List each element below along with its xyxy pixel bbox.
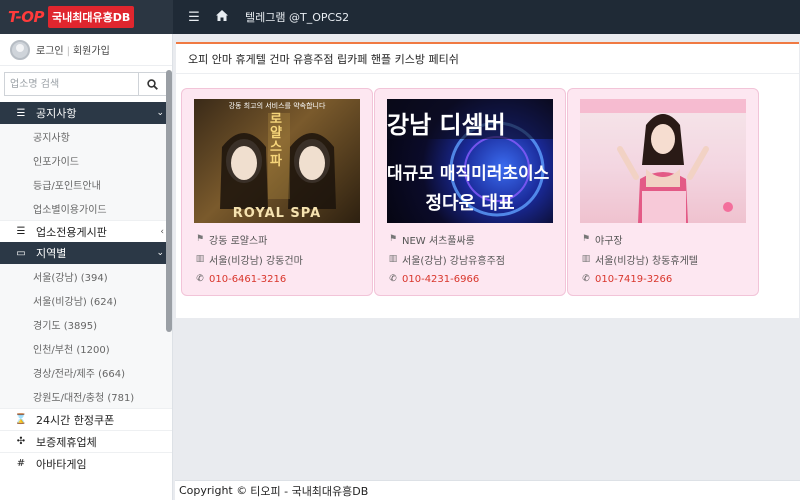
listing-phone[interactable]: 010-4231-6966 [402,274,479,285]
listing-location: 서울(비강남) 창동휴게텔 [595,255,698,267]
listing-phone[interactable]: 010-6461-3216 [209,274,286,285]
listing-location: 서울(비강남) 강동건마 [209,255,303,267]
listing-thumbnail[interactable] [580,99,746,223]
menu-toggle-icon[interactable]: ☰ [187,10,201,25]
list-icon: ☰ [16,107,26,119]
submenu-notice[interactable]: 공지사항 [0,124,172,148]
thumbnail-caption: ROYAL SPA [232,206,322,221]
thumbnail-banner-text: 강동 최고의 서비스를 약속합니다 [228,102,326,110]
login-link[interactable]: 로그인 [36,46,64,57]
listing-card[interactable]: 강동 최고의 서비스를 약속합니다 로얄스파 ROYAL SPA ⚑ 강동 로얄스… [181,88,373,296]
search-button[interactable] [138,73,166,95]
signup-link[interactable]: 회원가입 [73,46,110,57]
phone-icon: ✆ [196,274,204,284]
thumbnail-line3: 정다운 대표 [425,193,515,214]
listing-name[interactable]: 강동 로얄스파 [209,232,267,247]
listing-card[interactable]: ⚑ 야구장 ▥ 서울(비강남) 창동휴게텔 ✆ 010-7419-3266 [567,88,759,296]
phone-icon: ✆ [582,274,590,284]
search-box [4,72,167,96]
flag-icon: ⚑ [388,234,398,244]
search-input[interactable] [5,73,138,95]
chevron-down-icon: ⌄ [156,248,164,258]
login-row: 로그인 | 회원가입 [0,34,172,66]
home-icon[interactable] [215,9,229,25]
building-icon: ▥ [195,254,205,264]
menu-partners[interactable]: ✣ 보증제휴업체 [0,430,172,452]
listing-card[interactable]: 강남 디셈버 대규모 매직미러초이스 정다운 대표 ⚑ NEW 셔츠풀싸롱 ▥ 서울… [374,88,566,296]
search-icon [147,78,158,90]
listing-panel: 오피 안마 휴게텔 건마 유흥주점 립카페 핸플 키스방 페티쉬 강동 최고의 … [176,42,799,318]
footer: Copyright © 티오피 - 국내최대유흥DB [175,480,800,500]
submenu-info-guide[interactable]: 인포가이드 [0,148,172,172]
listing-thumbnail[interactable]: 강남 디셈버 대규모 매직미러초이스 정다운 대표 [387,99,553,223]
submenu-incheon[interactable]: 인천/부천 (1200) [0,336,172,360]
map-icon: ▭ [16,247,26,259]
telegram-link[interactable]: 텔레그램 @T_OPCS2 [245,9,349,25]
submenu-grade-point[interactable]: 등급/포인트안내 [0,172,172,196]
chevron-left-icon: ‹ [160,226,164,237]
logo-badge: 국내최대유흥DB [48,6,135,28]
footer-brand: 티오피 - 국내최대유흥DB [250,484,369,498]
handshake-icon: ✣ [16,436,26,447]
phone-icon: ✆ [389,274,397,284]
submenu-gangwon[interactable]: 강원도/대전/충청 (781) [0,384,172,408]
submenu-gyeonggi[interactable]: 경기도 (3895) [0,312,172,336]
logo-text: T-OP [8,8,45,26]
listing-phone[interactable]: 010-7419-3266 [595,274,672,285]
menu-business-board[interactable]: ☰ 업소전용게시판 ‹ [0,220,172,242]
submenu-usage-guide[interactable]: 업소별이용가이드 [0,196,172,220]
listing-thumbnail[interactable]: 강동 최고의 서비스를 약속합니다 로얄스파 ROYAL SPA [194,99,360,223]
menu-coupon[interactable]: ⌛ 24시간 한정쿠폰 [0,408,172,430]
copyright-text: Copyright © [179,484,248,497]
brand-logo[interactable]: T-OP 국내최대유흥DB [0,0,173,34]
avatar-icon [10,39,30,60]
chevron-down-icon: ⌄ [156,108,164,118]
flag-icon: ⚑ [195,234,205,244]
sidebar: 로그인|회원가입 ☰ 공지사항 ⌄ 공지사항 인포가이드 등급/포인트안내 업소… [0,34,173,500]
hourglass-icon: ⌛ [14,414,28,425]
submenu-seoul-gangnam[interactable]: 서울(강남) (394) [0,264,172,288]
list-icon: ☰ [16,226,26,237]
sidebar-scrollbar[interactable] [166,70,172,332]
card-list: 강동 최고의 서비스를 약속합니다 로얄스파 ROYAL SPA ⚑ 강동 로얄스… [181,88,759,296]
building-icon: ▥ [581,254,591,264]
flag-icon: ⚑ [581,234,591,244]
top-bar: T-OP 국내최대유흥DB ☰ 텔레그램 @T_OPCS2 [0,0,800,34]
thumbnail-line1: 강남 디셈버 [387,111,506,139]
hashtag-icon: # [16,458,26,469]
submenu-seoul-non-gangnam[interactable]: 서울(비강남) (624) [0,288,172,312]
listing-name[interactable]: 야구장 [595,232,623,247]
thumbnail-side-text: 로얄스파 [270,112,282,169]
menu-notice[interactable]: ☰ 공지사항 ⌄ [0,102,172,124]
listing-name[interactable]: NEW 셔츠풀싸롱 [402,232,475,247]
submenu-gyeongsang[interactable]: 경상/전라/제주 (664) [0,360,172,384]
main-content: 오피 안마 휴게텔 건마 유흥주점 립카페 핸플 키스방 페티쉬 강동 최고의 … [175,34,800,500]
panel-title: 오피 안마 휴게텔 건마 유흥주점 립카페 핸플 키스방 페티쉬 [176,44,799,74]
menu-avatar-game[interactable]: # 아바타게임 [0,452,172,474]
listing-location: 서울(강남) 강남유흥주점 [402,255,505,267]
thumbnail-line2: 대규모 매직미러초이스 [387,164,550,184]
menu-region[interactable]: ▭ 지역별 ⌄ [0,242,172,264]
building-icon: ▥ [388,254,398,264]
